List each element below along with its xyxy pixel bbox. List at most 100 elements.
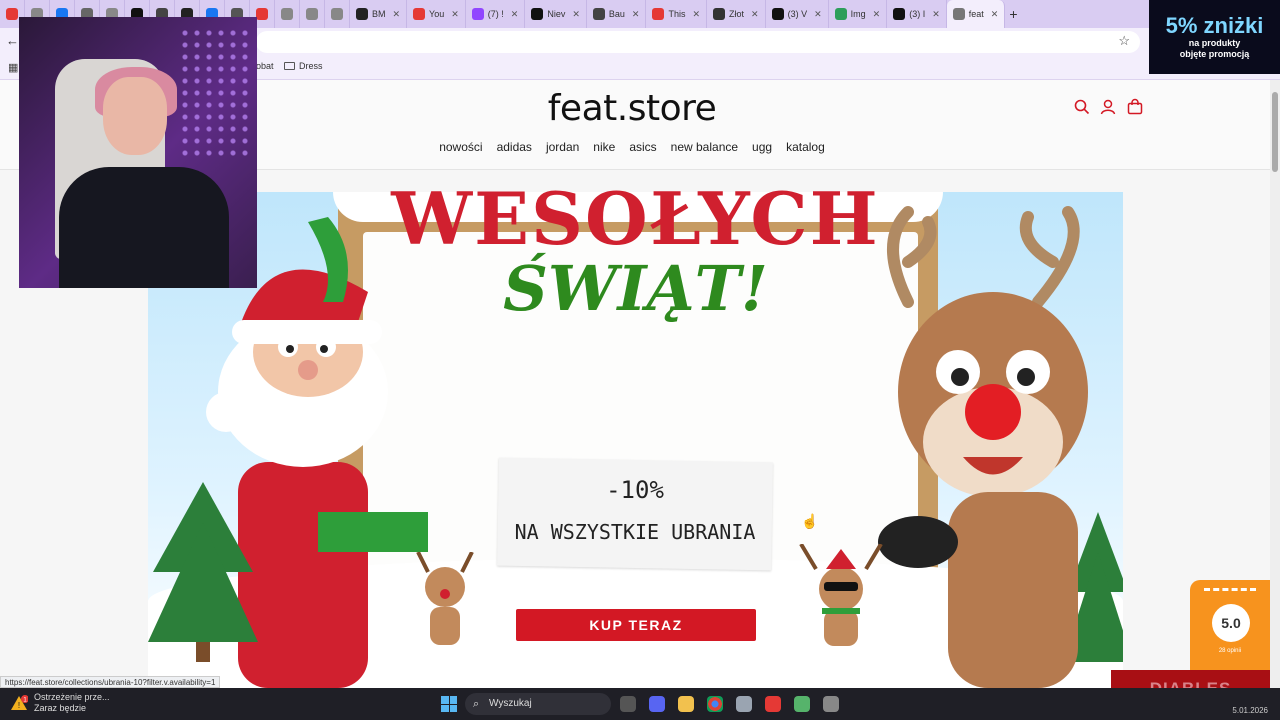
chrome-icon[interactable] [707, 696, 723, 712]
search-icon[interactable] [1073, 98, 1091, 116]
address-bar[interactable]: ☆ [256, 31, 1140, 53]
nav-item[interactable]: adidas [497, 140, 532, 154]
tab-favicon-icon [471, 8, 484, 20]
warning-icon: ! 1 [11, 695, 28, 710]
browser-tab[interactable]: Niev ✕ [525, 0, 587, 28]
discord-icon[interactable] [649, 696, 665, 712]
tab-label: BM [372, 9, 386, 19]
streamer-body [59, 167, 229, 288]
close-tab-icon[interactable]: ✕ [814, 9, 822, 20]
bookmark-label: Dress [299, 61, 323, 71]
tab-favicon-icon [834, 8, 847, 20]
tab-favicon-icon [531, 8, 544, 20]
close-tab-icon[interactable]: ✕ [873, 9, 881, 20]
close-tab-icon[interactable]: ✕ [393, 9, 401, 20]
close-tab-icon[interactable]: ✕ [511, 9, 519, 20]
tab-favicon-icon [256, 8, 268, 20]
tab-label: (7) ! [487, 9, 504, 19]
rating-score: 5.0 [1212, 604, 1250, 642]
browser-tab[interactable]: BM ✕ [350, 0, 408, 28]
promo-line1: na produkty [1188, 38, 1241, 48]
tab-favicon-icon [893, 8, 906, 20]
nav-item[interactable]: jordan [546, 140, 579, 154]
nav-item[interactable]: nowości [439, 140, 482, 154]
rating-stars-strip [1204, 588, 1256, 591]
close-tab-icon[interactable]: ✕ [572, 9, 580, 20]
discount-text: NA WSZYSTKIE UBRANIA [514, 520, 756, 544]
back-arrow-icon[interactable]: ← [6, 33, 19, 48]
windows-start-icon[interactable] [441, 696, 457, 712]
nvidia-icon[interactable] [794, 696, 810, 712]
small-reindeer-right [799, 544, 883, 646]
streamer-face [103, 77, 167, 155]
scrollbar-thumb[interactable] [1272, 92, 1278, 172]
tab-favicon-icon [952, 8, 965, 20]
tab-favicon-icon [331, 8, 343, 20]
nav-item[interactable]: asics [629, 140, 656, 154]
browser-tab[interactable]: (7) ! ✕ [466, 0, 526, 28]
nav-item[interactable]: katalog [786, 140, 825, 154]
notification-subtitle: Zaraz będzie [34, 703, 87, 713]
search-icon: ⌕ [473, 698, 480, 710]
file-explorer-icon[interactable] [678, 696, 694, 712]
webcam-overlay [19, 17, 257, 288]
new-tab-button[interactable]: + [1009, 6, 1017, 22]
taskbar-search[interactable]: ⌕ Wyszukaj [465, 693, 611, 715]
close-tab-icon[interactable]: ✕ [932, 9, 940, 20]
warning-notification[interactable]: ! 1 Ostrzeżenie prze... Zaraz będzie [10, 692, 110, 714]
browser-tab[interactable]: Złot ✕ [707, 0, 766, 28]
browser-tab[interactable]: feat ✕ [946, 0, 1006, 28]
fairy-lights [179, 27, 249, 157]
close-tab-icon[interactable]: ✕ [692, 9, 700, 20]
tab-label: Niev [547, 9, 566, 19]
banner-headline: WESOŁYCH [391, 176, 880, 261]
tab-favicon-icon [306, 8, 318, 20]
apps-grid-icon[interactable]: ▦ [8, 61, 18, 74]
nav-item[interactable]: nike [593, 140, 615, 154]
tab-label: Złot [729, 9, 745, 19]
shop-now-button[interactable]: KUP TERAZ [516, 609, 756, 641]
banner-subheadline: ŚWIĄT! [503, 252, 768, 325]
browser-tab[interactable]: Bau ✕ [587, 0, 647, 28]
browser-tab[interactable] [300, 0, 325, 28]
nav-item[interactable]: new balance [671, 140, 738, 154]
promo-line2: objęte promocją [1179, 49, 1250, 59]
promo-title: 5% zniżki [1165, 13, 1264, 38]
bookmark-label: obat [256, 61, 274, 71]
bookmark-folder-dress[interactable]: Dress [284, 61, 323, 71]
browser-tab[interactable]: You ✕ [407, 0, 466, 28]
cart-icon[interactable] [1126, 98, 1144, 116]
close-tab-icon[interactable]: ✕ [632, 9, 640, 20]
discount-note [497, 457, 773, 571]
task-view-icon[interactable] [620, 696, 636, 712]
browser-tab[interactable]: This ✕ [646, 0, 708, 28]
tab-label: You [429, 9, 445, 19]
rating-widget[interactable]: 5.0 28 opinii [1190, 580, 1270, 680]
pine-tree-left [148, 482, 258, 662]
page-scrollbar[interactable] [1270, 80, 1280, 688]
app-icon[interactable] [736, 696, 752, 712]
taskbar-search-placeholder: Wyszukaj [489, 698, 532, 709]
bookmark-star-icon[interactable]: ☆ [1118, 33, 1130, 49]
tab-favicon-icon [713, 8, 726, 20]
account-icon[interactable] [1099, 98, 1117, 116]
close-tab-icon[interactable]: ✕ [991, 9, 999, 20]
close-tab-icon[interactable]: ✕ [451, 9, 459, 20]
browser-tab[interactable]: (3) V ✕ [766, 0, 829, 28]
hand-cursor-icon: ☝ [801, 513, 819, 529]
app-icon[interactable] [765, 696, 781, 712]
small-reindeer-left [416, 552, 474, 645]
close-tab-icon[interactable]: ✕ [751, 9, 759, 20]
status-url-preview: https://feat.store/collections/ubrania-1… [0, 676, 221, 688]
browser-tab[interactable] [325, 0, 350, 28]
browser-tab[interactable] [275, 0, 300, 28]
tab-favicon-icon [771, 8, 784, 20]
tab-favicon-icon [592, 8, 605, 20]
browser-tab[interactable]: Img ✕ [829, 0, 888, 28]
nav-item[interactable]: ugg [752, 140, 772, 154]
bookmark-item[interactable]: obat [256, 61, 274, 71]
app-icon[interactable] [823, 696, 839, 712]
browser-tab[interactable]: (3) I ✕ [887, 0, 947, 28]
svg-text:!: ! [18, 701, 20, 710]
tab-favicon-icon [652, 8, 665, 20]
